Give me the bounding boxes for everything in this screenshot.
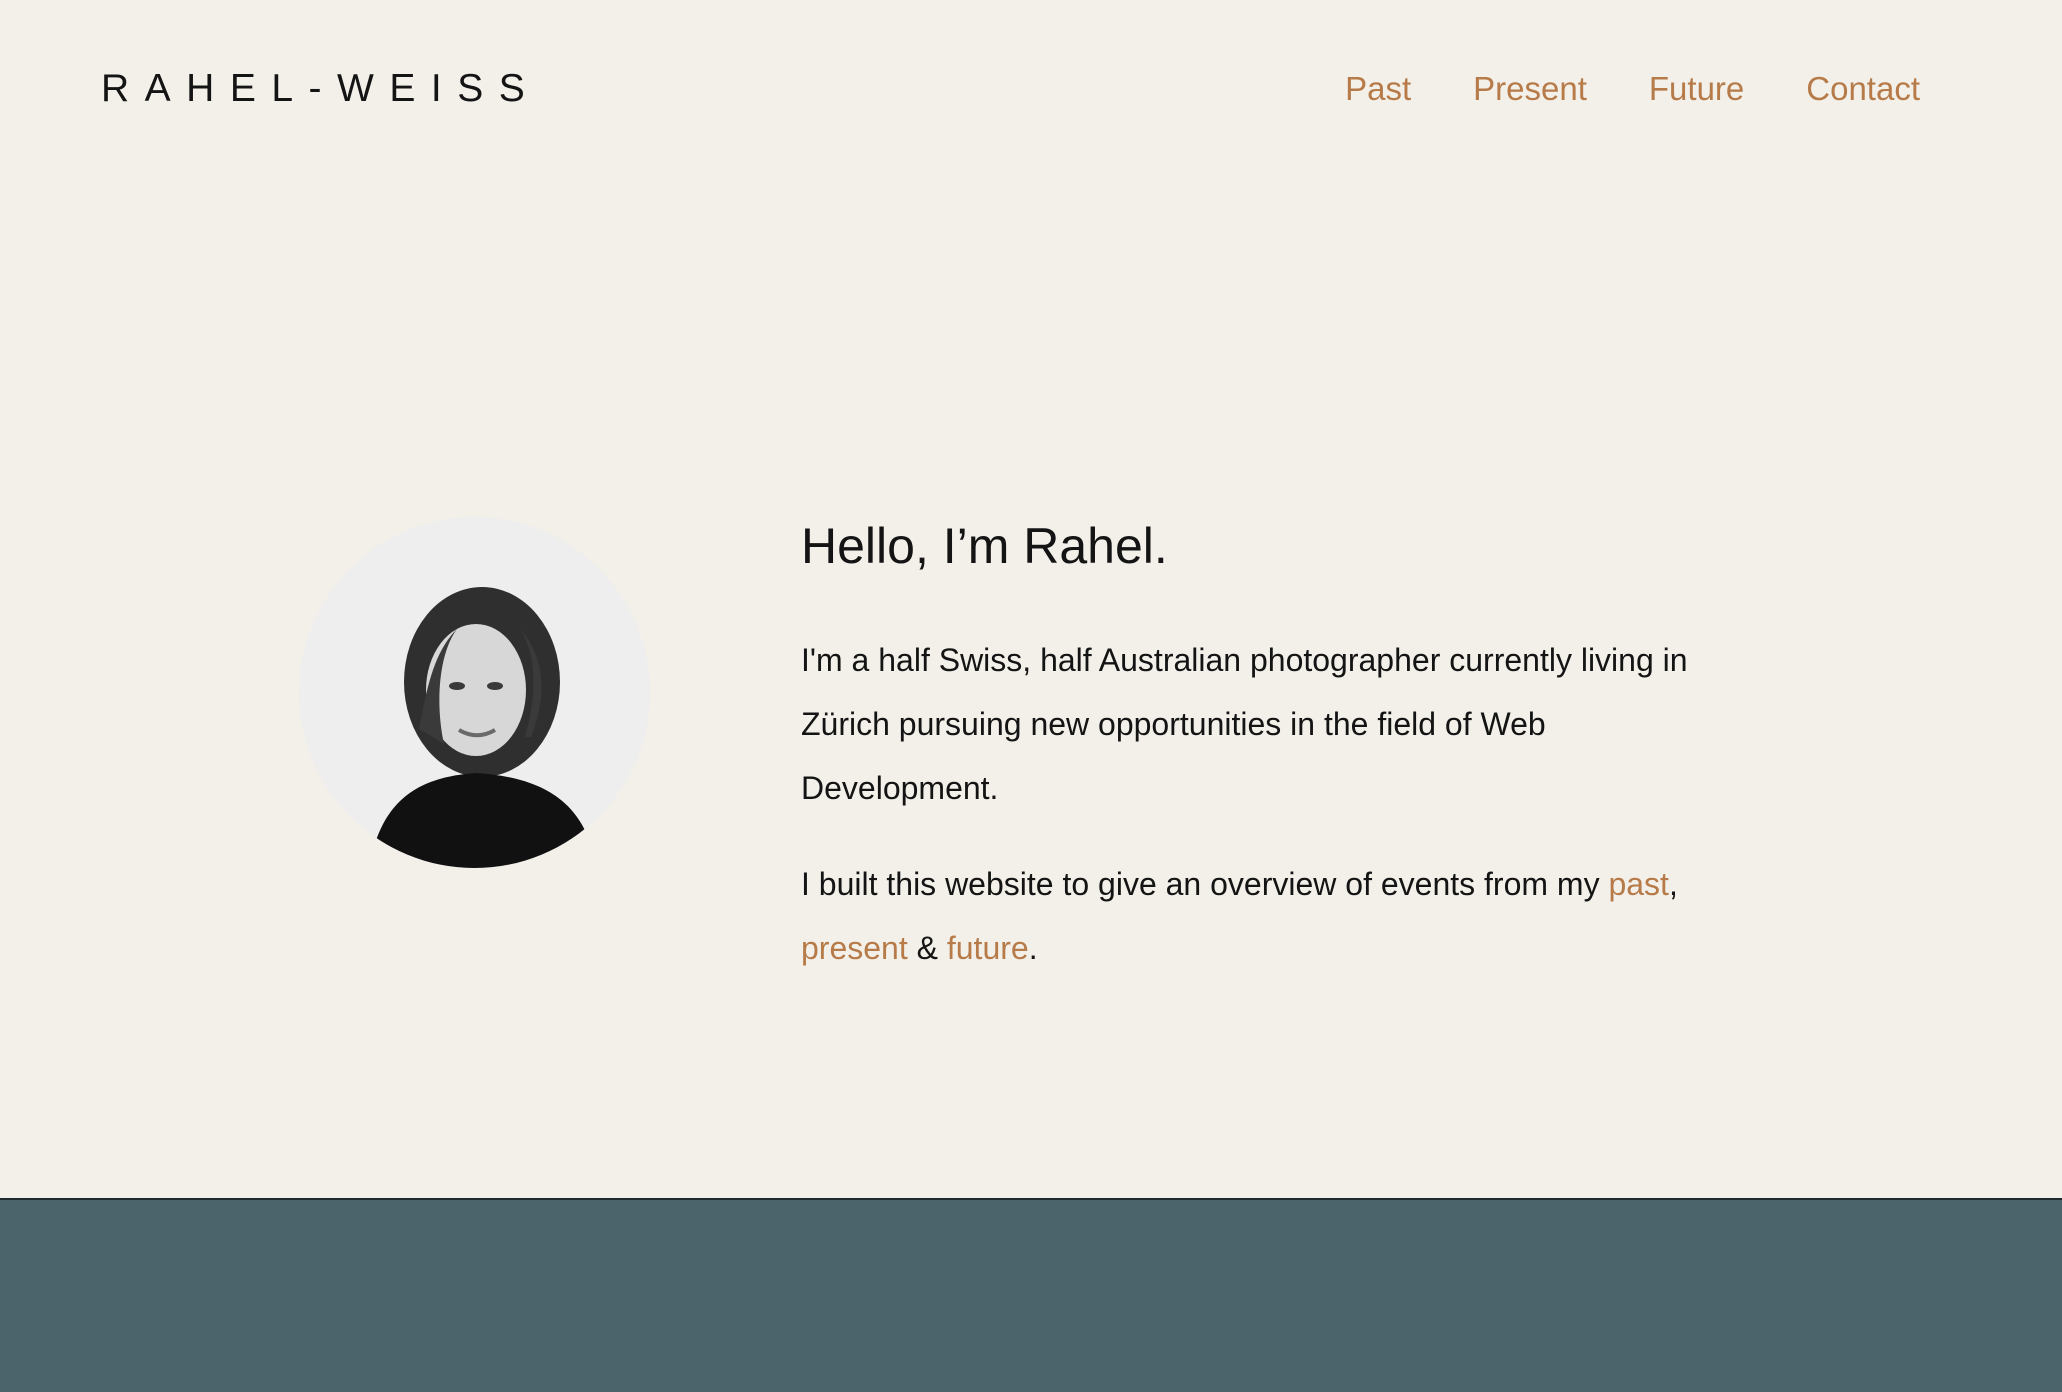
overview-paragraph: I built this website to give an overview… (801, 852, 1721, 980)
page-title: Hello, I’m Rahel. (801, 518, 1168, 574)
main-nav: Past Present Future Contact (1345, 64, 1920, 114)
comma: , (1668, 866, 1678, 902)
nav-contact-link[interactable]: Contact (1806, 64, 1920, 114)
future-link[interactable]: future (947, 930, 1029, 966)
hero-section: RAHEL-WEISS Past Present Future Contact … (0, 0, 2062, 1198)
intro-content: Hello, I’m Rahel. I'm a half Swiss, half… (801, 508, 1741, 980)
nav-past-link[interactable]: Past (1345, 64, 1411, 114)
footer-band (0, 1198, 2062, 1392)
nav-future-link[interactable]: Future (1649, 64, 1744, 114)
ampersand: & (907, 930, 947, 966)
nav-present-link[interactable]: Present (1473, 64, 1587, 114)
portrait-image (299, 517, 650, 868)
site-logo[interactable]: RAHEL-WEISS (101, 64, 540, 114)
profile-photo (299, 517, 650, 868)
intro-paragraph: I'm a half Swiss, half Australian photog… (801, 642, 1688, 806)
period: . (1028, 930, 1038, 966)
past-link[interactable]: past (1608, 866, 1668, 902)
present-link[interactable]: present (801, 930, 908, 966)
overview-text: I built this website to give an overview… (801, 866, 1609, 902)
